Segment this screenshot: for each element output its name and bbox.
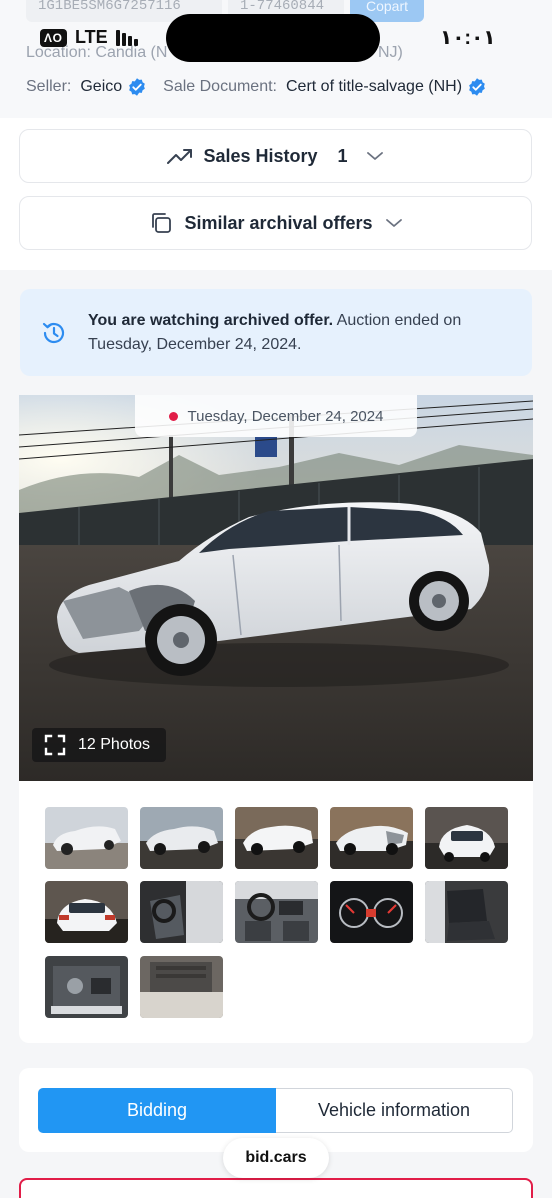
status-bar-network: ΛΟ LTE [40,27,138,48]
camera-notch [166,14,380,62]
thumbnail-5[interactable] [425,807,508,869]
thumbnail-image [45,807,128,869]
thumbnail-image [140,807,223,869]
thumbnail-9[interactable] [330,881,413,943]
thumbnail-image [235,881,318,943]
sales-history-label: Sales History [203,145,318,166]
tab-bidding[interactable]: Bidding [38,1088,276,1133]
thumbnail-7[interactable] [140,881,223,943]
copy-icon [152,213,172,233]
thumbnail-image [235,807,318,869]
thumbnail-10[interactable] [425,881,508,943]
photos-count-button[interactable]: 12 Photos [32,728,166,762]
thumbnail-image [330,807,413,869]
similar-offers-label: Similar archival offers [184,212,373,233]
notice-text: You are watching archived offer. Auction… [88,309,518,357]
thumbnail-image [140,956,223,1018]
photos-count-label: 12 Photos [78,736,151,753]
signal-icon [115,29,138,46]
thumbnail-image [330,881,413,943]
auction-date: Tuesday, December 24, 2024 [187,407,384,425]
chevron-down-icon [385,219,402,227]
location-tail: NJ) [378,44,403,61]
auction-date-pill: Tuesday, December 24, 2024 [135,395,417,437]
thumbnail-8[interactable] [235,881,318,943]
thumbnail-1[interactable] [45,807,128,869]
thumbnail-image [425,807,508,869]
thumbnail-3[interactable] [235,807,318,869]
expand-icon [44,734,66,756]
verified-check-icon [129,78,145,96]
similar-offers-toggle[interactable]: Similar archival offers [19,196,532,250]
thumbnail-6[interactable] [45,881,128,943]
thumbnail-gallery [19,781,533,1043]
browser-url-bar[interactable]: bid.cars [223,1138,329,1178]
notice-bold: You are watching archived offer. [88,312,334,329]
tab-vehicle-information[interactable]: Vehicle information [276,1088,513,1133]
network-badge: ΛΟ [40,28,68,47]
seller-label: Seller: [26,78,72,95]
vehicle-header: 1G1BE5SM6G7257116 1-77460844 Copart Loca… [0,0,552,118]
sales-history-count: 1 [337,145,348,166]
thumbnail-image [425,881,508,943]
network-type: LTE [75,27,108,47]
live-dot-icon [168,411,178,421]
sales-history-toggle[interactable]: Sales History 1 [19,129,532,183]
main-vehicle-photo[interactable]: Tuesday, December 24, 2024 12 Photos [19,395,533,781]
seller-value: Geico [80,78,123,95]
thumbnail-11[interactable] [45,956,128,1018]
thumbnail-12[interactable] [140,956,223,1018]
thumbnail-image [140,881,223,943]
thumbnail-4[interactable] [330,807,413,869]
next-section-card [19,1178,533,1198]
archived-offer-notice: You are watching archived offer. Auction… [20,289,532,376]
chevron-down-icon [366,152,383,160]
thumbnail-image [45,881,128,943]
trending-up-icon [167,149,193,164]
status-time: ١٠:٠١ [440,27,496,49]
thumbnail-2[interactable] [140,807,223,869]
document-value: Cert of title-salvage (NH) [286,78,463,95]
document-label: Sale Document: [163,78,277,95]
verified-check-icon [469,78,485,96]
vehicle-photo-image [19,395,533,781]
thumbnail-image [45,956,128,1018]
history-icon [42,322,65,344]
seller-row: Seller: Geico Sale Document: Cert of tit… [26,77,487,97]
